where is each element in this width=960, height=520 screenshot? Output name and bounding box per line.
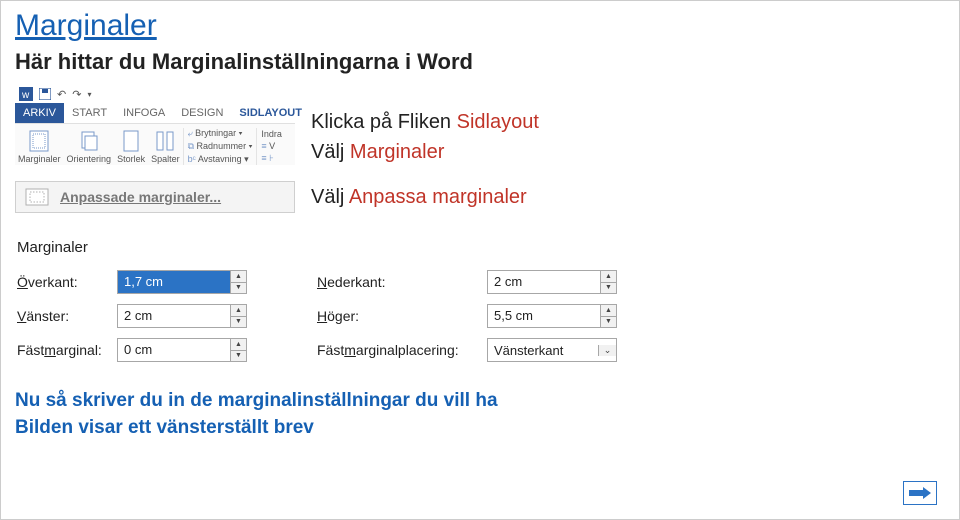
margins-panel: Marginaler Överkant: 1,7 cm ▲▼ Nederkant… [17,239,697,362]
instruction-3: Välj Anpassa marginaler [311,186,527,209]
footer-line-2: Bilden visar ett vänsterställt brev [15,415,945,442]
spin-up-icon[interactable]: ▲ [601,305,616,317]
label-vanster: Vänster: [17,308,117,324]
footer-line-1: Nu så skriver du in de marginalinställni… [15,388,945,415]
redo-icon: ↷ [72,88,81,101]
spin-up-icon[interactable]: ▲ [231,305,246,317]
tab-start[interactable]: START [64,103,115,123]
custom-margins-icon [24,187,50,207]
menu-label: Anpassade marginaler... [60,189,221,205]
page-subtitle: Här hittar du Marginalinställningarna i … [15,49,945,75]
input-fastmarginal[interactable]: 0 cm ▲▼ [117,338,247,362]
spin-down-icon[interactable]: ▼ [231,351,246,362]
instruction-1: Klicka på Fliken Sidlayout [311,107,539,137]
columns-icon [154,130,176,152]
margins-icon [28,130,50,152]
select-fastmarginalplacering[interactable]: Vänsterkant ⌄ [487,338,617,362]
input-vanster[interactable]: 2 cm ▲▼ [117,304,247,328]
ribbon-v-label: ≡ V [261,141,282,151]
menu-anpassade-marginaler[interactable]: Anpassade marginaler... [15,181,295,213]
tab-infoga[interactable]: INFOGA [115,103,173,123]
tab-design[interactable]: DESIGN [173,103,231,123]
orientation-icon [78,130,100,152]
ribbon-marginaler[interactable]: Marginaler [15,128,64,165]
instruction-2: Välj Marginaler [311,137,539,167]
ribbon-indra-label: Indra [261,129,282,139]
spin-down-icon[interactable]: ▼ [601,317,616,328]
spin-up-icon[interactable]: ▲ [231,271,246,283]
spin-down-icon[interactable]: ▼ [601,283,616,294]
size-icon [120,130,142,152]
next-slide-button[interactable] [903,481,937,505]
word-ribbon-screenshot: w ↶ ↷ ▾ ARKIV START INFOGA DESIGN SIDLAY… [15,85,295,165]
ribbon-extra-icon: ≡ ⊦ [261,153,282,164]
ribbon-avstavning[interactable]: bᶜ Avstavning ▾ [188,154,253,165]
chevron-down-icon[interactable]: ⌄ [598,345,616,356]
label-fastmarginalplacering: Fästmarginalplacering: [317,342,487,358]
spin-down-icon[interactable]: ▼ [231,317,246,328]
input-overkant[interactable]: 1,7 cm ▲▼ [117,270,247,294]
spin-down-icon[interactable]: ▼ [231,283,246,294]
label-fastmarginal: Fästmarginal: [17,342,117,358]
page-title: Marginaler [15,9,945,43]
ribbon-brytningar[interactable]: ⤶ Brytningar ▾ [188,128,253,139]
ribbon-orientering[interactable]: Orientering [64,128,115,165]
save-icon [39,88,51,100]
spin-up-icon[interactable]: ▲ [231,339,246,351]
ribbon-storlek[interactable]: Storlek [114,128,148,165]
svg-text:w: w [21,90,30,101]
tab-sidlayout[interactable]: SIDLAYOUT [231,103,310,123]
input-nederkant[interactable]: 2 cm ▲▼ [487,270,617,294]
tab-arkiv[interactable]: ARKIV [15,103,64,123]
spin-up-icon[interactable]: ▲ [601,271,616,283]
label-nederkant: Nederkant: [317,274,487,290]
input-hoger[interactable]: 5,5 cm ▲▼ [487,304,617,328]
undo-icon: ↶ [57,88,66,101]
ribbon-radnummer[interactable]: ⧉ Radnummer ▾ [188,141,253,152]
word-icon: w [19,87,33,101]
qat-dropdown-icon: ▾ [87,90,91,99]
label-hoger: Höger: [317,308,487,324]
ribbon-spalter[interactable]: Spalter [148,128,183,165]
panel-title: Marginaler [17,239,697,256]
label-overkant: Överkant: [17,274,117,290]
